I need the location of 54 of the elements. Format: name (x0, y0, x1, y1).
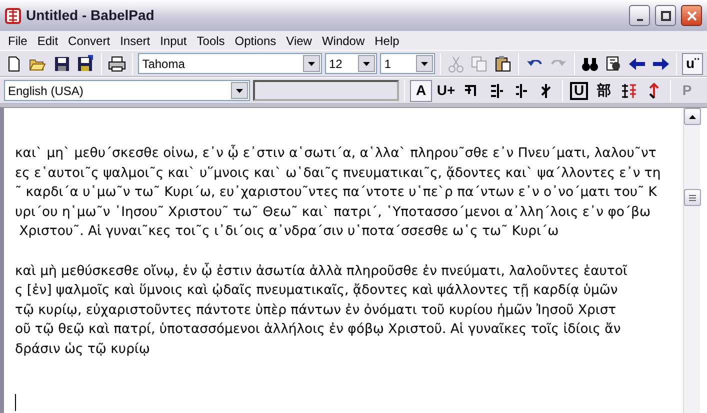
menu-item[interactable]: Insert (115, 32, 156, 50)
text-line: ς [ἐν] ψαλμοῖς καὶ ὕμνοις καὶ ᾠδαῖς πνευματικαῖς, ᾄδοντες καὶ ψάλλοντες τῇ καρδίᾳ ὑμῶν (15, 282, 619, 300)
glyph-icon (620, 82, 638, 100)
maximize-button[interactable] (655, 5, 676, 26)
window-title: Untitled - BabelPad (26, 6, 156, 25)
text-line: καὶ μὴ μεθύσκεσθε οἴνῳ, ἐν ᾧ ἐστιν ἀσωτία ἀλλὰ πληροῦσθε ἐν πνεύματι, λαλοῦντες ἑαυτοῖ (15, 262, 628, 280)
menu-item[interactable]: Input (155, 32, 192, 50)
toolbar-button[interactable]: 部 (593, 80, 615, 102)
menu-item[interactable]: Options (230, 32, 282, 50)
menu-item[interactable]: View (281, 32, 317, 50)
copy-icon (470, 54, 488, 72)
clipboard-icon (494, 54, 512, 72)
minimize-icon (636, 19, 642, 21)
language-dropdown[interactable]: English (USA) (4, 80, 250, 101)
text-line: και` μη` μεθυ´σκεσθε οἰνω, ε᾿ν ᾧ ε᾿στιν α῾σωτι´α, α῾λλα` πληρου˜σθε ε᾿ν Πνευ´ματι, λαλου˜ντ (15, 144, 658, 163)
undo-icon (527, 60, 542, 67)
menu-item[interactable]: Edit (32, 32, 64, 50)
text-line: οῦ τῷ θεῷ καὶ πατρί, ὑποτασσόμενοι ἀλλήλοις ἐν φόβῳ Χριστοῦ. Αἱ γυναῖκες τοῖς ἰδίοις ἄν (15, 321, 622, 339)
menu-item[interactable]: Window (316, 32, 370, 50)
menu-item[interactable]: File (3, 32, 32, 50)
dropdown-arrow-icon (236, 88, 243, 92)
text-line: υρι´ου η῾μω˜ν ᾿Ιησου˜ Χριστου˜ τω˜ Θεω˜ και` πατρι´, ῾Υποτασσο´μενοι α᾿λλη´λοις ε᾿ν φο´βω (15, 204, 652, 222)
printer-icon (108, 54, 126, 72)
menu-item[interactable]: Help (370, 32, 404, 50)
minimize-button[interactable] (629, 5, 650, 26)
scroll-thumb[interactable] (684, 189, 701, 206)
toolbar-button[interactable]: A (410, 80, 432, 102)
menu-item[interactable]: Convert (63, 32, 116, 50)
font-dropdown[interactable]: Tahoma (138, 53, 322, 74)
dropdown-arrow-icon (308, 62, 315, 66)
text-line: ες ε῾αυτοι˜ς ψαλμοι˜ς και` υ῞μνοις και` ω῾δαι˜ς πνευματικαι˜ς, ᾄδοντες και` ψα´λλοντες ε᾿ν τη (15, 164, 662, 182)
close-icon (686, 10, 696, 20)
text-line: Χριστου˜. Αἱ γυναι˜κες τοι˜ς ι᾿δι´οις α᾿νδρα´σιν υ῾ποτα´σσεσθε ω῾ς τω˜ Κυρι´ω (18, 223, 560, 241)
toolbar-button[interactable]: U (568, 80, 590, 102)
text-line: τῷ κυρίῳ, εὐχαριστοῦντες πάντοτε ὑπὲρ πάντων ἐν ὀνόματι τοῦ κυρίου ἡμῶν Ἰησοῦ Χριστ (15, 302, 618, 320)
toolbar-button[interactable]: U+ (435, 80, 457, 102)
text-line: ˜ καρδι´α υ῾μω˜ν τω˜ Κυρι´ω, ευ᾿χαριστου˜ντες πα´ντοτε υ῾πε`ρ πα´ντων ε᾿ν ο᾿νο´ματι του˜ Κ (15, 184, 658, 202)
scissors-icon (446, 54, 465, 72)
find-replace-icon (604, 54, 623, 72)
close-button[interactable] (681, 5, 702, 26)
grip-icon (689, 194, 696, 200)
scroll-up-button[interactable] (684, 108, 701, 125)
line-spacing-dropdown[interactable]: 1 (380, 53, 435, 74)
redo-icon (550, 60, 566, 67)
text-cursor (15, 394, 16, 411)
text-line: δράσιν ὡς τῷ κυρίῳ (15, 340, 151, 358)
maximize-icon (660, 10, 670, 20)
dropdown-arrow-icon (420, 62, 428, 66)
menu-item[interactable]: Tools (192, 32, 230, 50)
dropdown-arrow-icon (363, 62, 370, 66)
up-arrow-icon (689, 114, 696, 118)
app-logo-icon (5, 8, 21, 24)
size-dropdown[interactable]: 12 (324, 53, 378, 74)
toolbar-button[interactable]: u¨ (682, 52, 703, 74)
